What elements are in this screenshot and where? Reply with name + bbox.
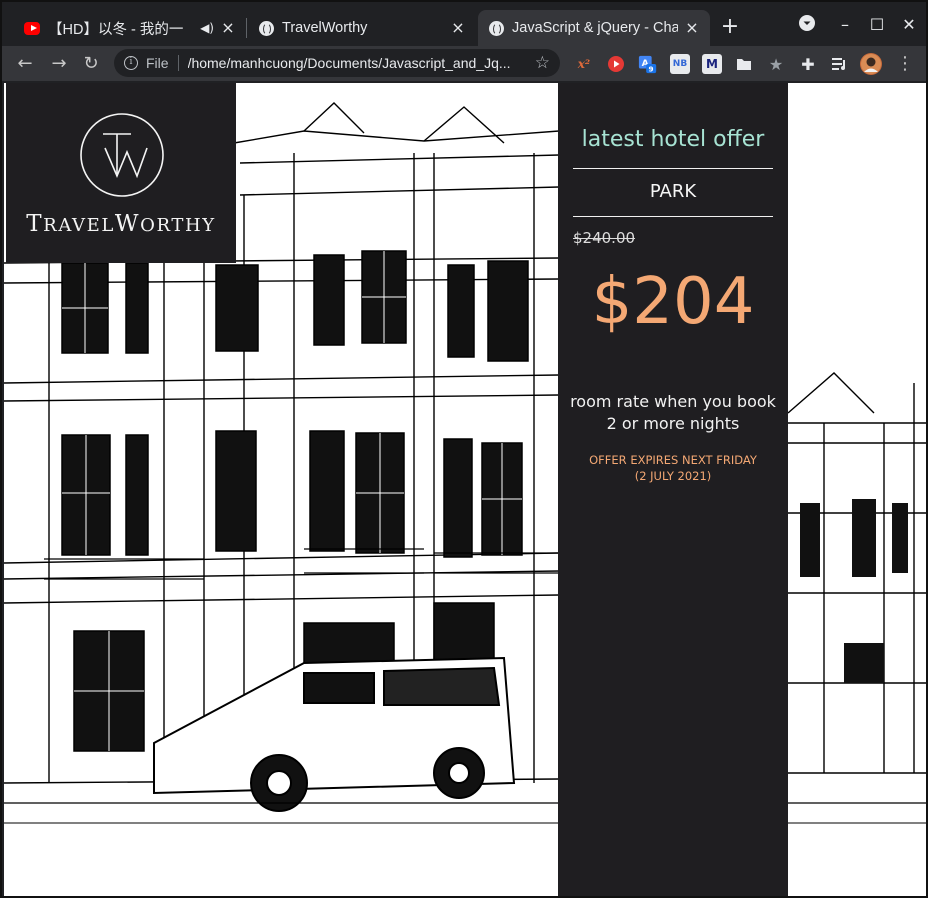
tab-title: TravelWorthy <box>282 20 368 36</box>
maximize-button[interactable]: ☐ <box>866 14 888 36</box>
original-price: $240.00 <box>573 229 636 247</box>
youtube-icon <box>24 20 40 36</box>
offer-expiry: OFFER EXPIRES NEXT FRIDAY (2 JULY 2021) <box>568 452 778 484</box>
forward-button[interactable]: → <box>46 51 72 77</box>
reload-button[interactable]: ↻ <box>78 51 104 77</box>
notebook-extension-icon[interactable]: NB <box>670 54 690 74</box>
tab-youtube[interactable]: 【HD】以冬 - 我的一 ◀) × <box>14 10 246 46</box>
scheme-label: File <box>146 55 169 71</box>
close-window-button[interactable]: ✕ <box>898 14 920 36</box>
hotel-offer-panel: latest hotel offer PARK $240.00 $204 roo… <box>558 83 788 896</box>
close-tab-icon[interactable]: × <box>220 20 236 36</box>
translate-extension-icon[interactable]: A9 <box>638 54 658 74</box>
globe-icon <box>488 20 504 36</box>
browser-toolbar: ← → ↻ i File /home/manhcuong/Documents/J… <box>2 46 926 81</box>
back-button[interactable]: ← <box>12 51 38 77</box>
svg-text:9: 9 <box>648 64 653 73</box>
offer-heading: latest hotel offer <box>581 127 765 152</box>
tab-separator <box>246 18 247 38</box>
close-tab-icon[interactable]: × <box>450 20 466 36</box>
address-bar[interactable]: i File /home/manhcuong/Documents/Javascr… <box>114 49 560 77</box>
bookmark-extension-icon[interactable]: ★ <box>766 54 786 74</box>
tab-javascript-jquery[interactable]: JavaScript & jQuery - Cha × <box>478 10 710 46</box>
media-list-icon[interactable] <box>830 54 850 74</box>
expiry-date: (2 JULY 2021) <box>634 469 712 483</box>
tab-title: 【HD】以冬 - 我的一 <box>48 21 184 38</box>
video-extension-icon[interactable] <box>606 54 626 74</box>
superscript-extension-icon[interactable]: x² <box>574 54 594 74</box>
rate-description: room rate when you book 2 or more nights <box>570 392 776 433</box>
minimize-button[interactable]: – <box>834 14 856 36</box>
expiry-line: OFFER EXPIRES NEXT FRIDAY <box>589 453 757 467</box>
tab-strip: 【HD】以冬 - 我的一 ◀) × TravelWorthy × JavaScr… <box>2 2 926 46</box>
globe-icon <box>258 20 274 36</box>
hotel-name: PARK <box>649 181 697 202</box>
folder-extension-icon[interactable] <box>734 54 754 74</box>
logo-wordmark: TRAVELWORTHY <box>26 211 216 237</box>
offer-price: $204 <box>591 265 755 339</box>
page-viewport: TRAVELWORTHY latest hotel offer PARK $24… <box>4 83 926 896</box>
divider <box>573 216 773 217</box>
close-tab-icon[interactable]: × <box>684 20 700 36</box>
audio-playing-icon[interactable]: ◀) <box>200 21 214 35</box>
tw-monogram-icon <box>80 113 164 197</box>
divider <box>573 168 773 169</box>
new-tab-button[interactable]: + <box>718 16 742 40</box>
omnibox-divider <box>177 55 179 71</box>
profile-avatar[interactable] <box>860 53 882 75</box>
m-extension-icon[interactable]: M <box>702 54 722 74</box>
info-icon[interactable]: i <box>124 56 138 70</box>
tab-search-button[interactable] <box>796 14 818 36</box>
bookmark-star-icon[interactable]: ☆ <box>535 53 550 73</box>
url-text[interactable]: /home/manhcuong/Documents/Javascript_and… <box>188 55 529 71</box>
browser-window: 【HD】以冬 - 我的一 ◀) × TravelWorthy × JavaScr… <box>0 0 928 898</box>
site-logo[interactable]: TRAVELWORTHY <box>6 83 236 263</box>
puzzle-icon[interactable]: ✚ <box>798 54 818 74</box>
chrome-menu-icon[interactable]: ⋮ <box>892 51 918 77</box>
tab-title: JavaScript & jQuery - Cha <box>512 20 678 36</box>
tab-travelworthy[interactable]: TravelWorthy × <box>248 10 476 46</box>
